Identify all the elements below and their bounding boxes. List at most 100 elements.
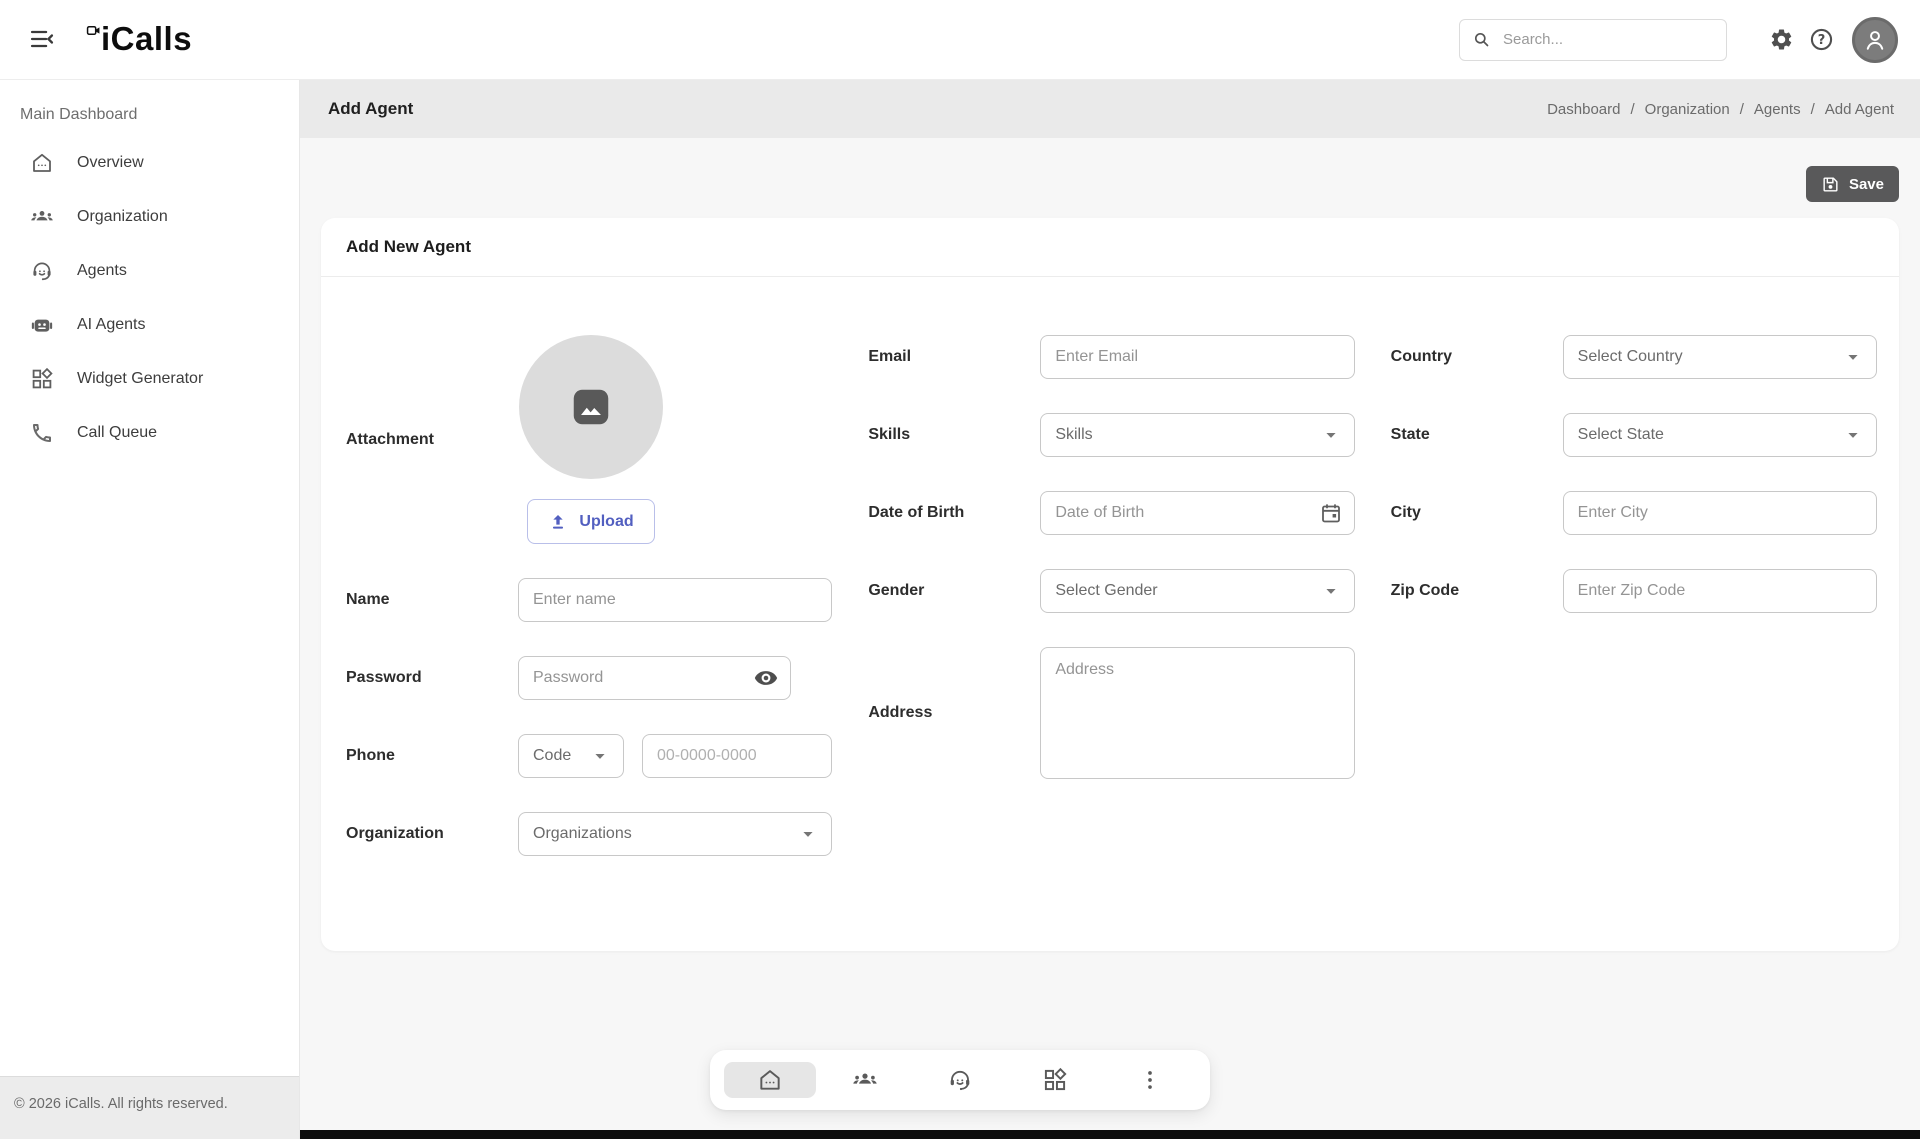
card-title: Add New Agent bbox=[321, 218, 1899, 277]
skills-label: Skills bbox=[868, 426, 1040, 444]
attachment-label: Attachment bbox=[346, 431, 518, 449]
top-header: iCalls ? bbox=[0, 0, 1920, 80]
main-content: Add Agent Dashboard / Organization / Age… bbox=[300, 80, 1920, 1139]
save-button[interactable]: Save bbox=[1806, 166, 1899, 202]
help-icon: ? bbox=[1809, 27, 1834, 52]
upload-button-label: Upload bbox=[579, 513, 633, 531]
user-avatar[interactable] bbox=[1852, 17, 1898, 63]
gear-icon bbox=[1769, 27, 1794, 52]
support-agent-icon bbox=[947, 1067, 973, 1093]
country-select[interactable]: Select Country bbox=[1563, 335, 1877, 379]
skills-field: Skills Skills bbox=[868, 413, 1354, 457]
sidebar-nav: Overview Organization Agents bbox=[0, 136, 299, 1076]
breadcrumb-add-agent: Add Agent bbox=[1825, 101, 1894, 118]
skills-select[interactable]: Skills bbox=[1040, 413, 1354, 457]
organization-value: Organizations bbox=[533, 825, 632, 843]
password-label: Password bbox=[346, 669, 518, 687]
app-body: Main Dashboard Overview Organization bbox=[0, 80, 1920, 1139]
country-value: Select Country bbox=[1578, 348, 1683, 366]
app-logo[interactable]: iCalls bbox=[86, 21, 192, 57]
calendar-picker-button[interactable] bbox=[1319, 501, 1343, 525]
add-agent-card: Add New Agent Attachment bbox=[321, 218, 1899, 951]
chevron-down-icon bbox=[797, 823, 819, 845]
phone-field: Phone Code bbox=[346, 734, 832, 778]
zip-code-input[interactable] bbox=[1563, 569, 1877, 613]
password-field: Password bbox=[346, 656, 832, 700]
app-logo-text: iCalls bbox=[101, 21, 192, 57]
breadcrumb: Dashboard / Organization / Agents / Add … bbox=[1547, 101, 1894, 118]
sidebar-item-overview[interactable]: Overview bbox=[0, 136, 299, 190]
sidebar-item-agents[interactable]: Agents bbox=[0, 244, 299, 298]
sidebar-item-call-queue[interactable]: Call Queue bbox=[0, 406, 299, 460]
settings-button[interactable] bbox=[1768, 27, 1794, 53]
more-vert-icon bbox=[1137, 1067, 1163, 1093]
widgets-icon bbox=[1042, 1067, 1068, 1093]
calendar-icon bbox=[1319, 501, 1343, 525]
name-field: Name bbox=[346, 578, 832, 622]
sidebar-item-organization[interactable]: Organization bbox=[0, 190, 299, 244]
breadcrumb-separator: / bbox=[1811, 101, 1815, 118]
search-icon bbox=[1472, 30, 1491, 49]
dock-organization-button[interactable] bbox=[819, 1062, 911, 1098]
chevron-down-icon bbox=[1842, 424, 1864, 446]
header-right: ? bbox=[1459, 17, 1898, 63]
support-agent-icon bbox=[30, 259, 54, 283]
search-input[interactable] bbox=[1503, 31, 1714, 48]
breadcrumb-separator: / bbox=[1740, 101, 1744, 118]
dock-more-button[interactable] bbox=[1104, 1062, 1196, 1098]
address-field: Address bbox=[868, 647, 1354, 779]
save-icon bbox=[1821, 175, 1840, 194]
sidebar-item-label: Call Queue bbox=[77, 424, 157, 442]
videocam-icon bbox=[86, 23, 101, 38]
gender-select[interactable]: Select Gender bbox=[1040, 569, 1354, 613]
breadcrumb-agents[interactable]: Agents bbox=[1754, 101, 1801, 118]
save-button-label: Save bbox=[1849, 176, 1884, 193]
sidebar-item-label: AI Agents bbox=[77, 316, 146, 334]
date-of-birth-field: Date of Birth bbox=[868, 491, 1354, 535]
search-box[interactable] bbox=[1459, 19, 1727, 61]
gender-field: Gender Select Gender bbox=[868, 569, 1354, 613]
upload-button[interactable]: Upload bbox=[527, 499, 655, 544]
state-label: State bbox=[1391, 426, 1563, 444]
gender-value: Select Gender bbox=[1055, 582, 1157, 600]
attachment-field: Attachment Upload bbox=[346, 335, 832, 544]
breadcrumb-separator: / bbox=[1630, 101, 1634, 118]
organization-field: Organization Organizations bbox=[346, 812, 832, 856]
state-select[interactable]: Select State bbox=[1563, 413, 1877, 457]
image-icon bbox=[568, 384, 614, 430]
help-button[interactable]: ? bbox=[1808, 27, 1834, 53]
name-input[interactable] bbox=[518, 578, 832, 622]
organization-select[interactable]: Organizations bbox=[518, 812, 832, 856]
phone-number-input[interactable] bbox=[642, 734, 832, 778]
email-input[interactable] bbox=[1040, 335, 1354, 379]
country-label: Country bbox=[1391, 348, 1563, 366]
content-area: Save Add New Agent Attachment bbox=[300, 138, 1920, 1139]
sidebar-section-label: Main Dashboard bbox=[20, 106, 299, 124]
date-of-birth-input[interactable] bbox=[1040, 491, 1354, 535]
page-header-bar: Add Agent Dashboard / Organization / Age… bbox=[300, 80, 1920, 138]
phone-code-select[interactable]: Code bbox=[518, 734, 624, 778]
address-textarea[interactable] bbox=[1040, 647, 1354, 779]
dock-home-button[interactable] bbox=[724, 1062, 816, 1098]
password-input[interactable] bbox=[518, 656, 791, 700]
chevron-down-icon bbox=[1842, 346, 1864, 368]
form-column-2: Email Skills Skills bbox=[868, 335, 1354, 779]
robot-icon bbox=[30, 313, 54, 337]
city-input[interactable] bbox=[1563, 491, 1877, 535]
sidebar-item-ai-agents[interactable]: AI Agents bbox=[0, 298, 299, 352]
breadcrumb-dashboard[interactable]: Dashboard bbox=[1547, 101, 1620, 118]
sidebar-item-widget-generator[interactable]: Widget Generator bbox=[0, 352, 299, 406]
organization-label: Organization bbox=[346, 825, 518, 843]
name-label: Name bbox=[346, 591, 518, 609]
dock-agents-button[interactable] bbox=[914, 1062, 1006, 1098]
date-of-birth-label: Date of Birth bbox=[868, 504, 1040, 522]
chevron-down-icon bbox=[1320, 580, 1342, 602]
toggle-password-visibility-button[interactable] bbox=[753, 665, 779, 691]
breadcrumb-organization[interactable]: Organization bbox=[1645, 101, 1730, 118]
form-column-3: Country Select Country State bbox=[1391, 335, 1877, 613]
attachment-block: Upload bbox=[518, 335, 664, 544]
widgets-icon bbox=[30, 367, 54, 391]
sidebar-toggle-button[interactable] bbox=[24, 21, 60, 57]
bottom-strip bbox=[300, 1130, 1920, 1139]
dock-widgets-button[interactable] bbox=[1009, 1062, 1101, 1098]
